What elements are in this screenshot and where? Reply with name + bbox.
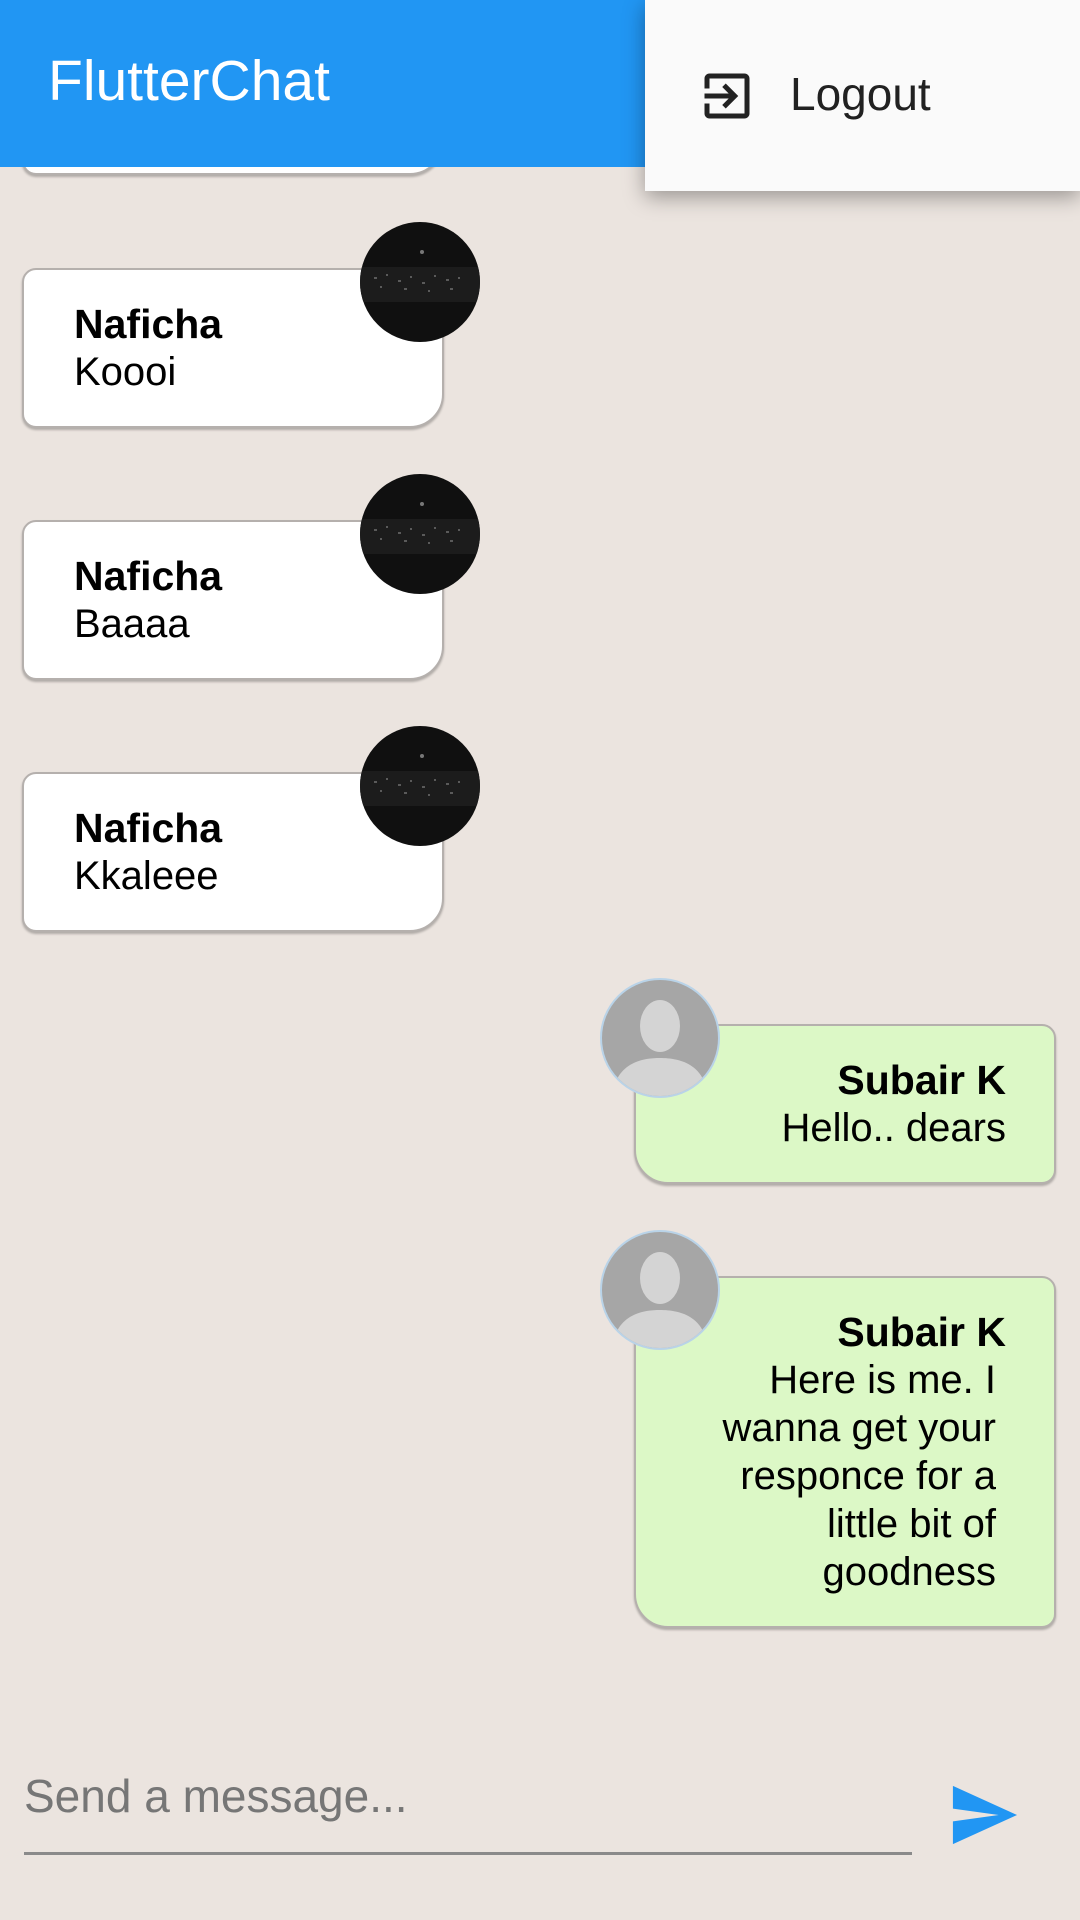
default-avatar-icon[interactable] [600,1230,720,1350]
message-sender: Naficha [74,301,223,347]
message-sender: Naficha [74,553,223,599]
message-text: Kkaleee [74,854,219,898]
user-photo-avatar[interactable] [360,726,480,846]
overflow-menu: Logout [645,0,1080,191]
message-text: Here is me. I wanna get your responce fo… [722,1358,996,1594]
default-avatar-icon[interactable] [600,978,720,1098]
message-text: Baaaa [74,602,190,646]
message-sender: Subair K [837,1309,1006,1355]
logout-label: Logout [790,68,931,120]
message-sender: Subair K [837,1057,1006,1103]
user-photo-avatar[interactable] [360,222,480,342]
logout-icon [704,73,750,119]
message-input[interactable] [24,1740,912,1855]
message-composer [0,1740,1080,1920]
send-icon[interactable] [950,1782,1020,1848]
app-title: FlutterChat [48,49,330,113]
message-text: Koooi [74,350,177,394]
message-sender: Naficha [74,805,223,851]
logout-menu-item[interactable]: Logout [645,40,1080,140]
user-photo-avatar[interactable] [360,474,480,594]
message-text: Hello.. dears [781,1106,1006,1150]
